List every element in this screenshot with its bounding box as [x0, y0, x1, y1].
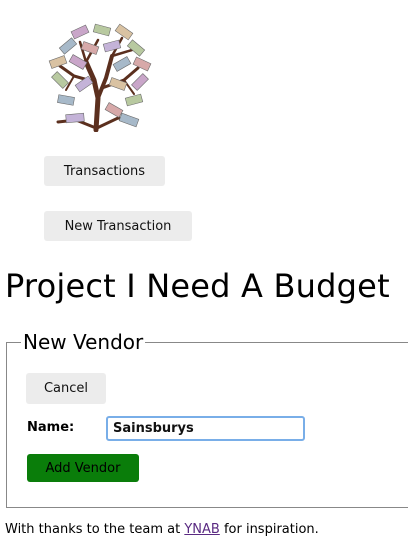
vendor-name-input[interactable]: [106, 416, 305, 441]
footer-suffix: for inspiration.: [219, 522, 319, 537]
footer-prefix: With thanks to the team at: [5, 522, 185, 537]
footer: With thanks to the team at YNAB for insp…: [5, 521, 319, 539]
ynab-link[interactable]: YNAB: [184, 522, 219, 537]
add-vendor-button[interactable]: Add Vendor: [27, 454, 139, 482]
cancel-button[interactable]: Cancel: [26, 373, 106, 404]
page-title: Project I Need A Budget: [5, 267, 390, 305]
money-tree-logo: [46, 20, 154, 133]
new-transaction-button[interactable]: New Transaction: [44, 211, 192, 241]
money-tree-icon: [48, 23, 152, 133]
name-label: Name:: [27, 420, 75, 435]
new-vendor-legend: New Vendor: [23, 330, 144, 354]
transactions-button[interactable]: Transactions: [44, 156, 165, 186]
